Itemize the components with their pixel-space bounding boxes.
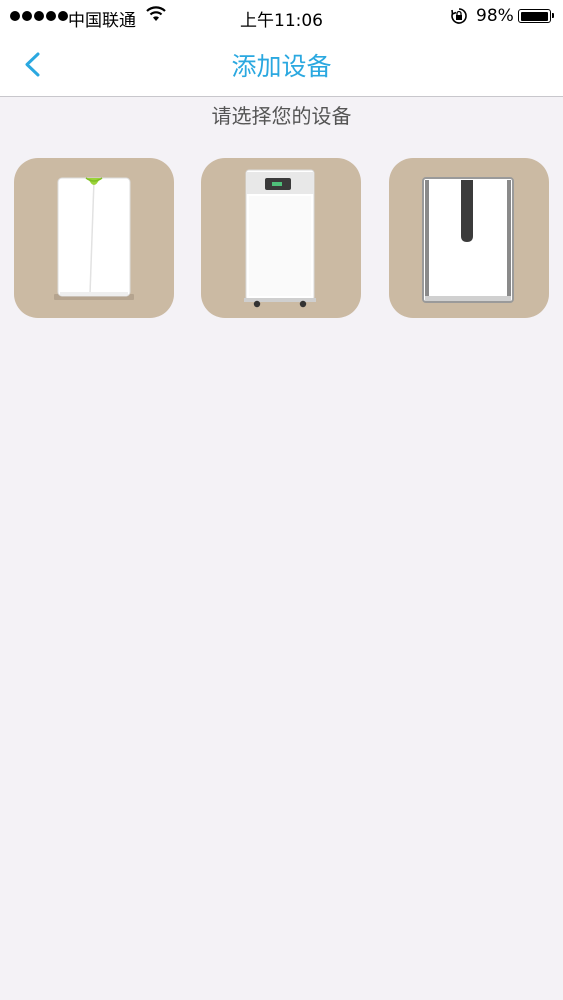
battery-icon (518, 9, 554, 23)
battery-level-fill (520, 11, 548, 21)
navigation-bar: 添加设备 (0, 34, 563, 97)
device-option-3[interactable] (389, 158, 549, 318)
air-purifier-dark-stripe-icon (422, 177, 514, 303)
rotation-lock-icon (450, 7, 468, 30)
select-device-prompt: 请选择您的设备 (211, 104, 352, 128)
status-bar: 中国联通 上午11:06 98% (0, 0, 563, 34)
air-purifier-display-panel-icon (244, 169, 316, 308)
device-option-2[interactable] (201, 158, 361, 318)
air-purifier-green-accent-icon (54, 177, 134, 300)
battery-percentage: 98% (476, 6, 514, 26)
device-option-1[interactable] (14, 158, 174, 318)
page-title: 添加设备 (231, 52, 332, 81)
